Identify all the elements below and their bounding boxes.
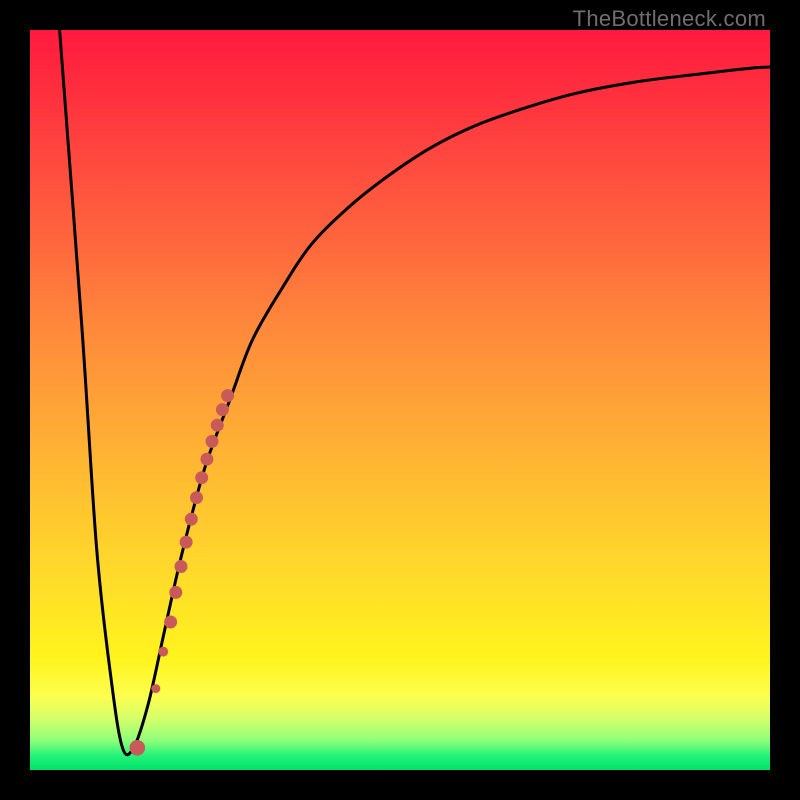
highlight-dot	[206, 435, 219, 448]
highlight-dot	[200, 453, 213, 466]
highlight-dot	[211, 419, 224, 432]
highlight-dot	[158, 647, 168, 657]
chart-svg	[30, 30, 770, 770]
highlight-dot	[164, 616, 177, 629]
highlight-dots	[130, 389, 235, 755]
chart-stage: TheBottleneck.com	[0, 0, 800, 800]
highlight-dot	[216, 403, 229, 416]
highlight-dot	[185, 513, 198, 526]
highlight-dot	[169, 586, 182, 599]
watermark-label: TheBottleneck.com	[573, 6, 766, 32]
highlight-dot	[221, 389, 234, 402]
highlight-dot	[175, 560, 188, 573]
chart-plot-area	[30, 30, 770, 770]
curve-line	[60, 30, 770, 755]
highlight-dot	[151, 684, 160, 693]
highlight-dot	[190, 491, 203, 504]
highlight-dot	[180, 536, 193, 549]
highlight-dot	[130, 740, 146, 756]
highlight-dot	[195, 471, 208, 484]
